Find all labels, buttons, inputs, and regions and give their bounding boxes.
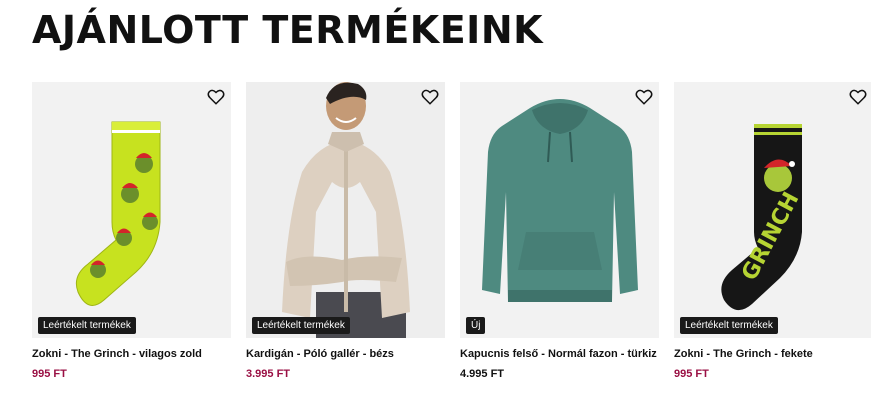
- product-price: 995 FT: [674, 368, 709, 380]
- product-card[interactable]: GRINCH Leértékelt termékek Zokni - The G…: [674, 82, 871, 380]
- beige-cardigan-model-image: [246, 82, 445, 338]
- black-grinch-sock-image: GRINCH: [721, 124, 804, 311]
- product-badge: Leértékelt termékek: [38, 317, 136, 334]
- heart-outline-icon[interactable]: [849, 88, 867, 106]
- product-card[interactable]: Leértékelt termékek Kardigán - Póló gall…: [246, 82, 445, 380]
- product-name[interactable]: Kapucnis felső - Normál fazon - türkiz: [460, 348, 659, 360]
- product-image[interactable]: Leértékelt termékek: [32, 82, 231, 338]
- product-card[interactable]: Új Kapucnis felső - Normál fazon - türki…: [460, 82, 659, 380]
- product-image[interactable]: Új: [460, 82, 659, 338]
- product-name[interactable]: Kardigán - Póló gallér - bézs: [246, 348, 445, 360]
- heart-outline-icon[interactable]: [635, 88, 653, 106]
- turquoise-hoodie-image: [482, 99, 638, 302]
- product-price: 3.995 FT: [246, 368, 291, 380]
- heart-outline-icon[interactable]: [421, 88, 439, 106]
- product-image[interactable]: GRINCH Leértékelt termékek: [674, 82, 871, 338]
- green-grinch-sock-image: [75, 121, 161, 306]
- product-badge: Leértékelt termékek: [252, 317, 350, 334]
- product-price: 4.995 FT: [460, 368, 505, 380]
- product-card[interactable]: Leértékelt termékek Zokni - The Grinch -…: [32, 82, 231, 380]
- product-name[interactable]: Zokni - The Grinch - fekete: [674, 348, 871, 360]
- product-name[interactable]: Zokni - The Grinch - vilagos zold: [32, 348, 231, 360]
- section-title: AJÁNLOTT TERMÉKEINK: [32, 8, 544, 52]
- heart-outline-icon[interactable]: [207, 88, 225, 106]
- product-badge: Új: [466, 317, 486, 334]
- product-price: 995 FT: [32, 368, 67, 380]
- product-badge: Leértékelt termékek: [680, 317, 778, 334]
- product-image[interactable]: Leértékelt termékek: [246, 82, 445, 338]
